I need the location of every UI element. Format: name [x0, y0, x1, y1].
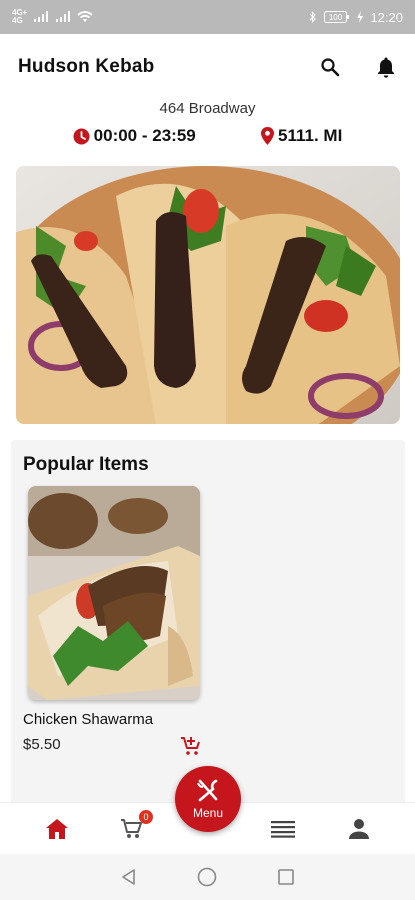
popular-items-section: Popular Items Chicken Shawarma $5.50 — [11, 440, 405, 810]
menu-label: Menu — [192, 806, 224, 820]
add-cart-icon — [181, 737, 200, 755]
nav-orders[interactable] — [270, 816, 296, 842]
recents-square-icon — [278, 869, 294, 885]
bluetooth-icon — [310, 11, 317, 23]
list-icon — [271, 821, 295, 838]
network-indicator: 4G+ 4G — [12, 9, 27, 25]
search-button[interactable] — [319, 56, 341, 78]
search-icon — [321, 58, 340, 77]
restaurant-hero-image — [16, 166, 400, 424]
nav-cart[interactable]: 0 — [119, 810, 153, 842]
restaurant-info: 00:00 - 23:59 5111. MI — [0, 126, 415, 146]
status-left: 4G+ 4G — [12, 9, 93, 25]
app-header: Hudson Kebab — [0, 34, 415, 100]
status-bar: 4G+ 4G 100 12:20 — [0, 0, 415, 34]
battery-level: 100 — [329, 13, 343, 22]
opening-hours: 00:00 - 23:59 — [73, 126, 196, 146]
status-right: 100 12:20 — [308, 10, 403, 25]
signal-icon — [34, 11, 49, 22]
home-circle-icon — [198, 867, 217, 887]
system-navigation-bar — [0, 854, 415, 900]
distance-text: 5111. MI — [278, 126, 343, 145]
section-title: Popular Items — [23, 454, 149, 475]
page-title: Hudson Kebab — [18, 56, 155, 77]
nav-profile[interactable] — [346, 816, 372, 842]
person-icon — [349, 819, 369, 839]
wifi-icon — [77, 11, 93, 22]
recents-button[interactable] — [275, 866, 297, 888]
charging-icon — [357, 11, 364, 23]
fork-knife-icon — [197, 779, 218, 802]
chicken-shawarma-photo — [28, 486, 200, 700]
clock-icon — [73, 128, 90, 144]
hours-text: 00:00 - 23:59 — [93, 126, 196, 145]
home-icon — [46, 819, 68, 839]
status-time: 12:20 — [370, 9, 403, 25]
home-system-button[interactable] — [196, 866, 218, 888]
back-button[interactable] — [118, 866, 140, 888]
item-name[interactable]: Chicken Shawarma — [23, 711, 153, 728]
add-to-cart-button[interactable] — [179, 734, 203, 758]
nav-home[interactable] — [44, 816, 70, 842]
notifications-button[interactable] — [375, 56, 397, 78]
restaurant-address: 464 Broadway — [159, 100, 256, 117]
cart-count-badge: 0 — [139, 810, 153, 824]
distance: 5111. MI — [261, 126, 342, 146]
location-pin-icon — [261, 127, 275, 145]
kebab-photo — [16, 166, 400, 424]
header-actions — [319, 56, 397, 78]
menu-button[interactable]: Menu — [175, 766, 241, 832]
bell-icon — [378, 57, 394, 78]
back-triangle-icon — [122, 869, 135, 885]
network-bottom-label: 4G — [12, 16, 23, 25]
item-price: $5.50 — [23, 736, 61, 753]
signal-icon-2 — [56, 11, 71, 22]
battery-icon: 100 — [324, 11, 350, 23]
item-image[interactable] — [28, 486, 200, 700]
